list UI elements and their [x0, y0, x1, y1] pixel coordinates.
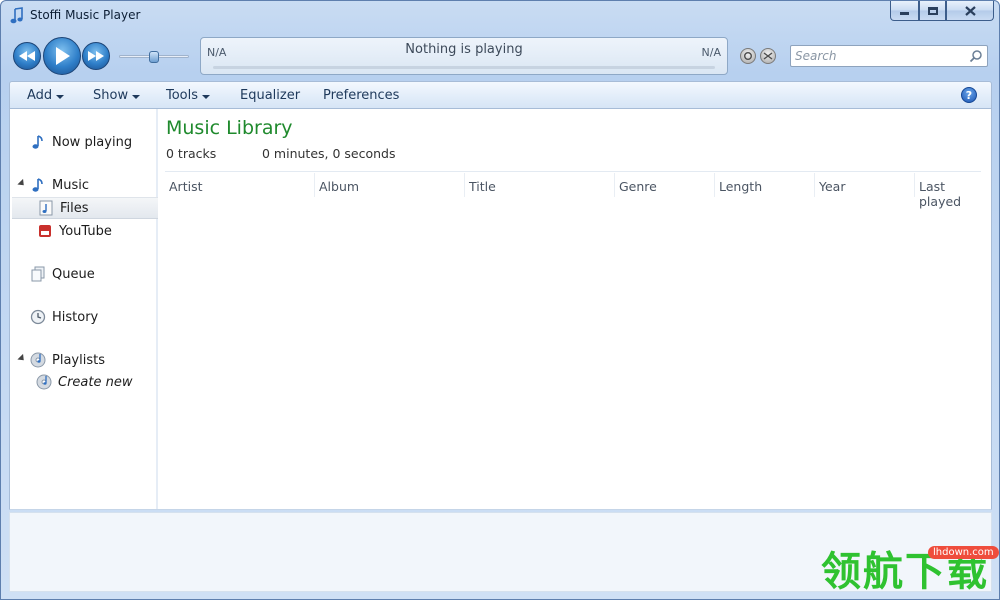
title-bar: Stoffi Music Player — [1, 1, 999, 31]
repeat-icon — [744, 52, 752, 60]
search-icon[interactable] — [969, 49, 983, 63]
expand-arrow-icon[interactable] — [17, 178, 27, 189]
playlist-disc-icon — [30, 352, 46, 368]
help-icon[interactable]: ? — [961, 87, 977, 103]
page-title: Music Library — [166, 117, 293, 139]
chevron-down-icon — [56, 94, 65, 99]
minimize-icon — [900, 12, 909, 15]
nav-now-playing-label: Now playing — [52, 134, 133, 150]
content-area: Now playing Music Files YouTube Queue Hi… — [9, 109, 992, 510]
nav-music-label: Music — [52, 177, 89, 193]
repeat-button[interactable] — [740, 48, 756, 64]
fast-forward-icon — [88, 51, 104, 61]
volume-slider-thumb[interactable] — [149, 51, 159, 63]
divider — [165, 171, 981, 172]
menu-equalizer[interactable]: Equalizer — [240, 88, 300, 103]
track-list-header: Artist Album Title Genre Length Year Las… — [165, 173, 991, 209]
music-note-icon — [10, 7, 23, 24]
expand-arrow-icon[interactable] — [17, 353, 27, 364]
now-playing-panel: N/A Nothing is playing N/A — [200, 37, 728, 75]
chevron-down-icon — [202, 94, 211, 99]
column-header-album[interactable]: Album — [315, 173, 465, 197]
nav-files-label: Files — [60, 200, 89, 216]
play-button[interactable] — [43, 37, 81, 75]
next-button[interactable] — [82, 42, 110, 70]
app-window: Stoffi Music Player N/A Nothing is playi… — [0, 0, 1000, 600]
queue-icon — [31, 266, 45, 282]
maximize-icon — [927, 6, 938, 15]
nav-youtube[interactable]: YouTube — [37, 220, 112, 242]
track-count: 0 tracks — [166, 146, 217, 161]
menu-add-label: Add — [27, 88, 53, 103]
watermark-logo: 领航下载 lhdown.com — [821, 546, 999, 596]
maximize-button[interactable] — [919, 1, 946, 21]
nav-history-label: History — [52, 309, 99, 325]
chevron-down-icon — [132, 94, 141, 99]
nav-now-playing[interactable]: Now playing — [30, 131, 132, 153]
nav-history[interactable]: History — [30, 306, 98, 328]
menu-bar: Add Show Tools Equalizer Preferences ? — [9, 81, 992, 109]
menu-show[interactable]: Show — [93, 88, 141, 103]
nav-playlists-label: Playlists — [52, 352, 105, 368]
shuffle-button[interactable] — [760, 48, 776, 64]
column-header-length[interactable]: Length — [715, 173, 815, 197]
watermark-badge: lhdown.com — [928, 546, 999, 559]
music-library-view: Music Library 0 tracks 0 minutes, 0 seco… — [165, 109, 991, 509]
music-file-icon — [39, 200, 53, 216]
new-playlist-icon — [36, 374, 52, 390]
search-input[interactable] — [795, 48, 965, 64]
column-header-last-played[interactable]: Last played — [915, 173, 991, 209]
menu-tools[interactable]: Tools — [166, 88, 211, 103]
close-button[interactable] — [946, 1, 994, 21]
nav-playlists[interactable]: Playlists — [30, 349, 105, 371]
volume-slider[interactable] — [119, 51, 189, 63]
music-note-icon — [32, 135, 43, 149]
youtube-icon — [39, 225, 51, 237]
play-icon — [56, 47, 70, 65]
menu-add[interactable]: Add — [27, 88, 65, 103]
nav-youtube-label: YouTube — [59, 223, 112, 239]
menu-preferences[interactable]: Preferences — [323, 88, 399, 103]
search-box[interactable] — [790, 45, 988, 67]
nav-music[interactable]: Music — [30, 174, 89, 196]
minimize-button[interactable] — [890, 1, 919, 21]
column-header-genre[interactable]: Genre — [615, 173, 715, 197]
menu-tools-label: Tools — [166, 88, 199, 103]
column-header-year[interactable]: Year — [815, 173, 915, 197]
shuffle-icon — [763, 52, 773, 60]
nav-queue[interactable]: Queue — [30, 263, 95, 285]
column-header-artist[interactable]: Artist — [165, 173, 315, 197]
track-length: N/A — [701, 46, 721, 59]
nav-queue-label: Queue — [52, 266, 95, 282]
now-playing-text: Nothing is playing — [405, 42, 523, 57]
previous-button[interactable] — [13, 42, 41, 70]
seek-bar[interactable] — [213, 66, 715, 69]
window-title: Stoffi Music Player — [30, 8, 141, 22]
close-icon — [964, 5, 976, 16]
nav-create-playlist[interactable]: Create new — [36, 371, 132, 393]
music-note-icon — [32, 178, 43, 192]
rewind-icon — [19, 51, 35, 61]
total-duration: 0 minutes, 0 seconds — [262, 146, 396, 161]
menu-equalizer-label: Equalizer — [240, 88, 301, 103]
nav-files[interactable]: Files — [12, 197, 158, 219]
clock-icon — [30, 309, 46, 325]
menu-show-label: Show — [93, 88, 129, 103]
column-header-title[interactable]: Title — [465, 173, 615, 197]
navigation-pane: Now playing Music Files YouTube Queue Hi… — [10, 109, 158, 509]
nav-create-new-label: Create new — [58, 374, 133, 390]
menu-preferences-label: Preferences — [323, 88, 400, 103]
